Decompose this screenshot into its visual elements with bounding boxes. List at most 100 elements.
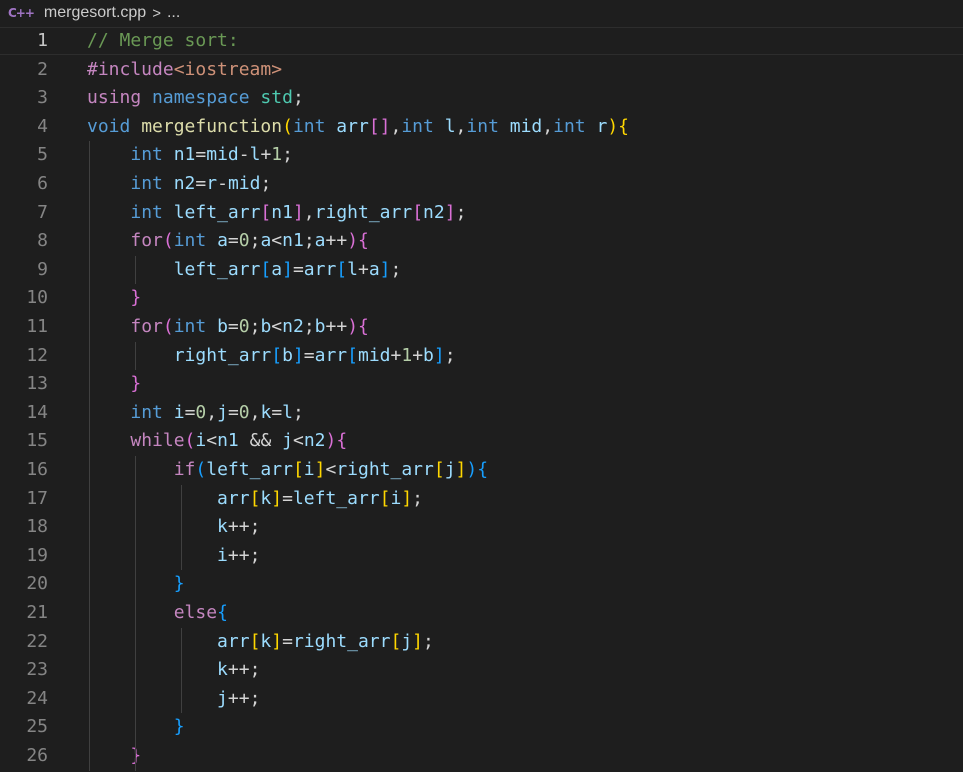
code-token: r — [206, 173, 218, 194]
code-line[interactable]: 8 for(int a=0;a<n1;a++){ — [0, 227, 963, 255]
code-token: mid — [206, 144, 239, 166]
code-token: < — [206, 430, 218, 452]
code-line[interactable]: 17 arr[k]=left_arr[i]; — [0, 485, 963, 513]
code-token: ( — [195, 459, 207, 480]
code-token: i — [390, 487, 402, 509]
code-token: ) — [607, 115, 619, 137]
code-token: [ — [249, 487, 261, 509]
code-token: int — [130, 144, 163, 166]
code-token: 1 — [271, 144, 283, 166]
code-token: for — [130, 316, 163, 337]
code-line[interactable]: 7 int left_arr[n1],right_arr[n2]; — [0, 199, 963, 227]
code-token: [ — [271, 344, 283, 366]
code-text: } — [87, 742, 141, 770]
code-token: int — [130, 173, 163, 194]
code-line[interactable]: 26 } — [0, 742, 963, 770]
line-number: 12 — [26, 344, 48, 366]
code-token: { — [217, 602, 228, 623]
code-token: l — [249, 144, 261, 166]
code-token: r — [596, 115, 608, 137]
code-token: = — [227, 401, 239, 423]
code-line[interactable]: 2 #include<iostream> — [0, 56, 963, 84]
code-line[interactable]: 16 if(left_arr[i]<right_arr[j]){ — [0, 456, 963, 484]
code-token: ; — [249, 230, 261, 252]
code-line[interactable]: 20 } — [0, 570, 963, 598]
code-line[interactable]: 9 left_arr[a]=arr[l+a]; — [0, 256, 963, 284]
code-token: + — [357, 258, 369, 280]
code-line[interactable]: 6 int n2=r-mid; — [0, 170, 963, 198]
code-line[interactable]: 5 int n1=mid-l+1; — [0, 141, 963, 169]
code-token: ; — [260, 173, 272, 194]
code-line[interactable]: 14 int i=0,j=0,k=l; — [0, 399, 963, 427]
code-line[interactable]: 1 // Merge sort: — [0, 27, 963, 55]
code-token: , — [542, 115, 554, 137]
code-line[interactable]: 15 while(i<n1 && j<n2){ — [0, 427, 963, 455]
line-number: 5 — [37, 144, 48, 166]
code-token: ] — [401, 487, 413, 509]
code-token: [ — [379, 487, 391, 509]
breadcrumb-file-name[interactable]: mergesort.cpp — [44, 4, 146, 22]
code-text: int n2=r-mid; — [87, 170, 271, 198]
code-line[interactable]: 10 } — [0, 284, 963, 312]
code-line[interactable]: 25 } — [0, 713, 963, 741]
code-line[interactable]: 3 using namespace std; — [0, 84, 963, 112]
code-text: k++; — [87, 513, 260, 541]
code-line[interactable]: 11 for(int b=0;b<n2;b++){ — [0, 313, 963, 341]
code-token: [ — [260, 201, 272, 223]
code-line[interactable]: 12 right_arr[b]=arr[mid+1+b]; — [0, 342, 963, 370]
code-token: int — [401, 115, 434, 137]
code-token: for — [130, 230, 163, 252]
code-token: ] — [292, 201, 304, 223]
code-token: ] — [314, 459, 326, 480]
line-number: 2 — [37, 58, 48, 80]
code-text: } — [87, 284, 141, 312]
breadcrumb-more[interactable]: ... — [167, 4, 180, 22]
code-token: [ — [260, 258, 272, 280]
code-editor[interactable]: 1 // Merge sort: 2 #include<iostream> 3 using… — [0, 27, 963, 772]
code-token: ++; — [227, 659, 261, 681]
code-token: std — [260, 87, 293, 109]
code-token: namespace — [152, 87, 250, 109]
code-token: j — [217, 401, 228, 423]
code-token: { — [358, 316, 369, 337]
line-number: 16 — [26, 459, 48, 480]
code-line[interactable]: 4 void mergefunction(int arr[],int l,int … — [0, 113, 963, 141]
code-line[interactable]: 19 i++; — [0, 542, 963, 570]
line-number: 21 — [26, 602, 48, 623]
code-token: ++ — [325, 316, 348, 337]
code-token: arr — [217, 487, 250, 509]
code-line[interactable]: 24 j++; — [0, 685, 963, 713]
code-token: ; — [303, 230, 315, 252]
code-token: n1 — [282, 230, 304, 252]
code-token: b — [260, 316, 272, 337]
code-token: // Merge sort: — [87, 30, 239, 51]
code-line[interactable]: 21 else{ — [0, 599, 963, 627]
indent-guide — [181, 484, 182, 571]
code-line[interactable]: 23 k++; — [0, 656, 963, 684]
code-token: < — [271, 316, 283, 337]
code-text: // Merge sort: — [87, 28, 239, 54]
line-number: 3 — [37, 87, 48, 109]
code-token: ; — [303, 316, 315, 337]
code-text: else{ — [87, 599, 228, 627]
code-line[interactable]: 13 } — [0, 370, 963, 398]
code-line[interactable]: 22 arr[k]=right_arr[j]; — [0, 628, 963, 656]
code-line[interactable]: 18 k++; — [0, 513, 963, 541]
code-token: int — [292, 115, 326, 137]
code-token: , — [249, 401, 261, 423]
code-token: left_arr — [292, 487, 380, 509]
line-number: 23 — [26, 659, 48, 681]
line-number: 9 — [37, 258, 48, 280]
code-token: mid — [227, 173, 261, 194]
